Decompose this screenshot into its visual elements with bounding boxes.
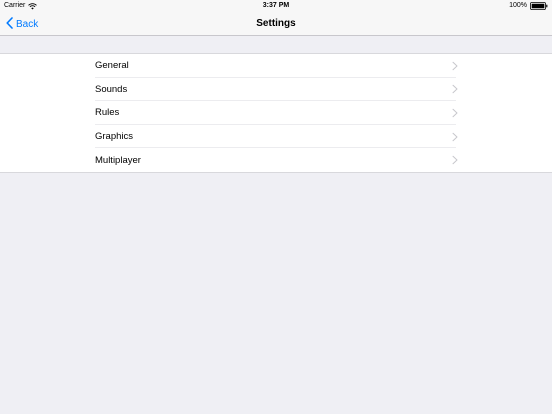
settings-item-label: Graphics — [95, 131, 134, 143]
settings-item-graphics[interactable]: Graphics — [0, 125, 552, 149]
settings-list: General Sounds Rules Graphics Multiplaye… — [0, 53, 552, 173]
status-time: 3:37 PM — [262, 2, 290, 9]
chevron-right-icon — [452, 108, 458, 118]
settings-item-general[interactable]: General — [0, 54, 552, 78]
top-bar: Carrier 3:37 PM 100% Back Settings — [0, 0, 552, 36]
navigation-bar: Back Settings — [0, 12, 552, 36]
settings-item-sounds[interactable]: Sounds — [0, 78, 552, 102]
settings-item-label: Sounds — [95, 83, 128, 95]
battery-icon — [530, 2, 548, 10]
settings-item-label: Rules — [95, 107, 120, 119]
battery-percent: 100% — [509, 2, 527, 9]
chevron-right-icon — [452, 85, 458, 94]
chevron-right-icon — [452, 132, 458, 141]
settings-item-label: Multiplayer — [95, 154, 141, 166]
settings-item-multiplayer[interactable]: Multiplayer — [0, 148, 552, 172]
settings-item-label: General — [95, 60, 129, 72]
status-bar: Carrier 3:37 PM 100% — [0, 0, 552, 12]
page-title: Settings — [256, 18, 296, 29]
chevron-right-icon — [452, 155, 458, 165]
settings-item-rules[interactable]: Rules — [0, 101, 552, 125]
status-right: 100% — [509, 0, 548, 12]
chevron-right-icon — [452, 61, 458, 70]
